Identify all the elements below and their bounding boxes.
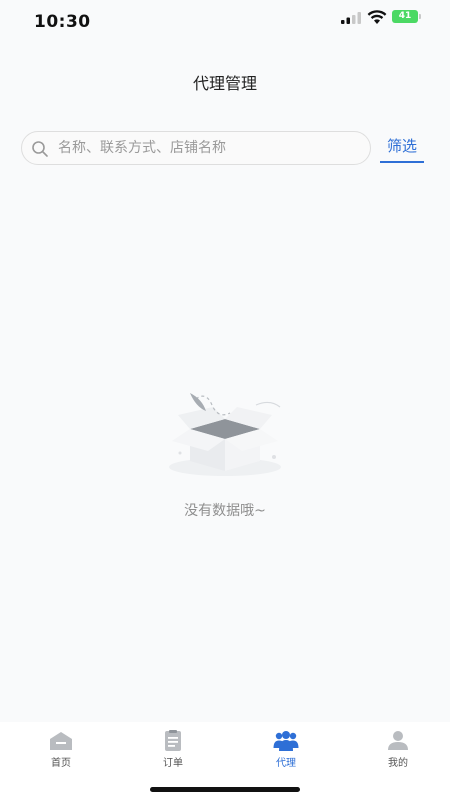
tab-agents[interactable]: 代理 xyxy=(251,730,321,774)
tab-orders-label: 订单 xyxy=(163,758,183,769)
tab-orders[interactable]: 订单 xyxy=(138,730,208,774)
signal-icon xyxy=(341,12,361,24)
screen: 10:30 41 代理管理 筛选 xyxy=(0,0,450,800)
page-title: 代理管理 xyxy=(192,74,257,93)
battery-level: 41 xyxy=(398,11,412,21)
filter-button[interactable]: 筛选 xyxy=(380,134,424,164)
battery-icon: 41 xyxy=(392,10,418,23)
home-indicator xyxy=(150,787,300,792)
tab-me[interactable]: 我的 xyxy=(363,730,433,774)
tab-me-label: 我的 xyxy=(388,758,408,769)
user-icon xyxy=(388,731,408,750)
home-icon xyxy=(50,732,72,750)
tab-home-label: 首页 xyxy=(51,758,71,769)
filter-underline xyxy=(380,161,424,163)
search-icon xyxy=(32,141,48,157)
search-input[interactable] xyxy=(54,132,362,164)
empty-box-illustration xyxy=(169,393,281,476)
group-icon xyxy=(273,731,299,751)
status-time: 10:30 xyxy=(34,12,91,32)
wifi-icon xyxy=(367,10,387,24)
search-box[interactable] xyxy=(21,131,371,165)
clipboard-icon xyxy=(165,730,181,751)
tab-agents-label: 代理 xyxy=(276,758,296,769)
battery-tip xyxy=(419,14,421,19)
tab-home[interactable]: 首页 xyxy=(26,730,96,774)
empty-state-message: 没有数据哦~ xyxy=(184,503,266,519)
status-bar: 10:30 41 xyxy=(0,0,450,44)
